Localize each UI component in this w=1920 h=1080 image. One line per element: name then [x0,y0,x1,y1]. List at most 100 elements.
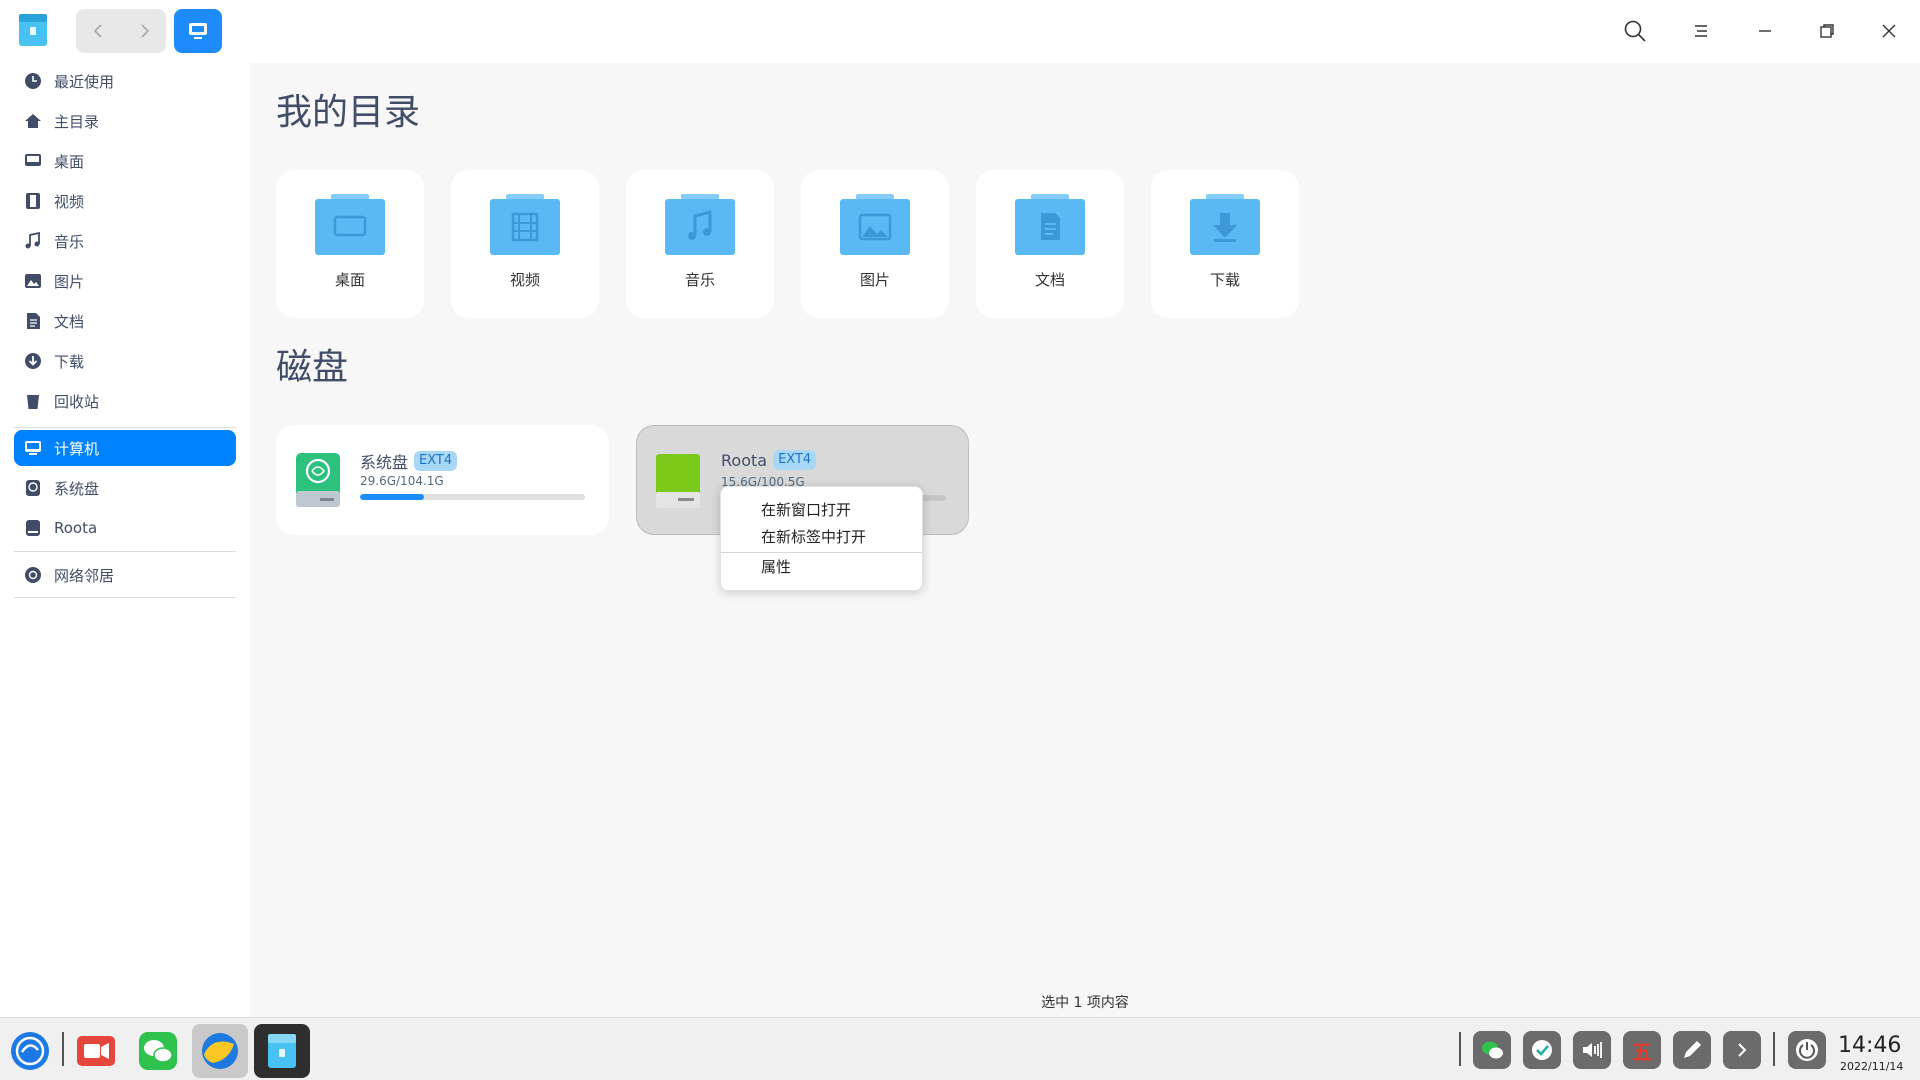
file-manager-logo[interactable] [16,12,50,48]
sidebar-item-downloads[interactable]: 下载 [14,343,236,379]
launcher-button[interactable] [2,1024,58,1078]
disk-name: 系统盘 [360,453,409,472]
deepin-disk-icon [24,479,42,497]
dir-card-music[interactable]: 音乐 [626,170,774,318]
screen-recorder-button[interactable] [68,1024,124,1078]
sidebar-item-videos[interactable]: 视频 [14,183,236,219]
dir-card-documents[interactable]: 文档 [976,170,1124,318]
dock-divider [1773,1032,1775,1066]
forward-button[interactable] [121,9,166,53]
video-folder-icon [490,194,560,255]
desktop-icon [24,152,42,170]
minimize-button[interactable] [1748,14,1782,48]
dir-card-downloads[interactable]: 下载 [1151,170,1299,318]
drive-icon [24,519,42,537]
disk-card-system[interactable]: 系统盘 EXT4 29.6G/104.1G [276,425,609,535]
trash-icon [24,392,42,410]
sidebar-item-label: 文档 [54,312,85,331]
deepin-tray-icon [1532,1040,1552,1060]
dock-divider [1459,1032,1461,1066]
network-icon [24,566,42,584]
dir-card-videos[interactable]: 视频 [451,170,599,318]
deepin-disk-icon [296,453,340,507]
forward-icon [140,24,149,38]
my-directories-title: 我的目录 [276,92,421,133]
sidebar-item-label: 视频 [54,192,85,211]
expand-tray-button[interactable] [1723,1031,1761,1069]
browser-button[interactable] [192,1024,248,1078]
disk-usage-bar [360,494,585,500]
search-button[interactable] [1618,14,1652,48]
clock-icon [24,72,42,90]
download-folder-icon [1190,194,1260,255]
volume-button[interactable] [1573,1031,1611,1069]
wechat-tray-button[interactable] [1473,1031,1511,1069]
dir-label: 视频 [509,271,540,289]
menu-item-properties[interactable]: 属性 [761,556,791,577]
sidebar-item-trash[interactable]: 回收站 [14,383,236,419]
wechat-tray-icon [1482,1041,1503,1059]
sidebar-divider [14,427,236,428]
sidebar-item-label: 音乐 [54,232,85,251]
sidebar-item-documents[interactable]: 文档 [14,303,236,339]
deepin-tray-button[interactable] [1523,1031,1561,1069]
picture-icon [24,272,42,290]
dir-card-pictures[interactable]: 图片 [801,170,949,318]
disk-name-row: Roota EXT4 [721,450,817,470]
sidebar-item-network[interactable]: 网络邻居 [14,557,236,593]
close-button[interactable] [1872,14,1906,48]
main-content: 我的目录 桌面 视频 音乐 图片 文档 下载 磁盘 系统盘 EXT4 29.6G… [250,63,1920,1017]
sidebar-item-label: 下载 [54,352,85,371]
dir-label: 桌面 [334,271,365,289]
screen-recorder-icon [77,1036,115,1066]
film-icon [24,192,42,210]
computer-view-button[interactable] [174,9,222,53]
sidebar-item-label: 图片 [54,272,85,291]
computer-view-icon [189,23,207,39]
power-button[interactable] [1788,1031,1826,1069]
sidebar-divider [14,597,236,598]
pen-button[interactable] [1673,1031,1711,1069]
menu-item-open-new-tab[interactable]: 在新标签中打开 [761,526,866,547]
sidebar-item-recent[interactable]: 最近使用 [14,63,236,99]
dir-label: 图片 [859,271,890,289]
sidebar-item-music[interactable]: 音乐 [14,223,236,259]
context-menu: 在新窗口打开 在新标签中打开 属性 [720,486,923,591]
sidebar-item-home[interactable]: 主目录 [14,103,236,139]
menu-button[interactable] [1684,14,1718,48]
restore-button[interactable] [1810,14,1844,48]
menu-item-open-new-window[interactable]: 在新窗口打开 [761,499,851,520]
wechat-button[interactable] [130,1024,186,1078]
disk-usage-fill [360,494,424,500]
document-folder-icon [1015,194,1085,255]
wechat-icon [139,1032,177,1070]
sidebar-item-pictures[interactable]: 图片 [14,263,236,299]
dir-label: 下载 [1209,271,1240,289]
status-bar-text: 选中 1 项内容 [1041,995,1129,1011]
sidebar-item-system-disk[interactable]: 系统盘 [14,470,236,506]
input-method-icon: 五 [1632,1039,1652,1064]
file-manager-dock-button[interactable] [254,1024,310,1078]
back-button[interactable] [76,9,121,53]
sidebar-item-label: 回收站 [54,392,100,411]
back-icon [93,24,102,38]
clock-date: 2022/11/14 [1840,1060,1904,1073]
sidebar-item-computer[interactable]: 计算机 [14,430,236,466]
desktop-folder-icon [315,194,385,255]
sidebar-item-label: 计算机 [54,439,100,458]
disk-name-row: 系统盘 EXT4 [360,449,458,473]
dir-label: 文档 [1034,271,1065,289]
launcher-icon [11,1032,49,1070]
dock: 五 14:46 2022/11/14 [0,1017,1920,1080]
sidebar-item-desktop[interactable]: 桌面 [14,143,236,179]
input-method-button[interactable]: 五 [1623,1031,1661,1069]
navigation-group [76,9,166,53]
minimize-icon [1759,30,1771,32]
clock-time[interactable]: 14:46 [1838,1033,1901,1058]
dir-card-desktop[interactable]: 桌面 [276,170,424,318]
document-icon [24,312,42,330]
sidebar-item-label: 最近使用 [54,72,115,91]
sidebar-item-label: 桌面 [54,152,85,171]
sidebar-divider [14,551,236,552]
sidebar-item-roota[interactable]: Roota [14,510,236,546]
